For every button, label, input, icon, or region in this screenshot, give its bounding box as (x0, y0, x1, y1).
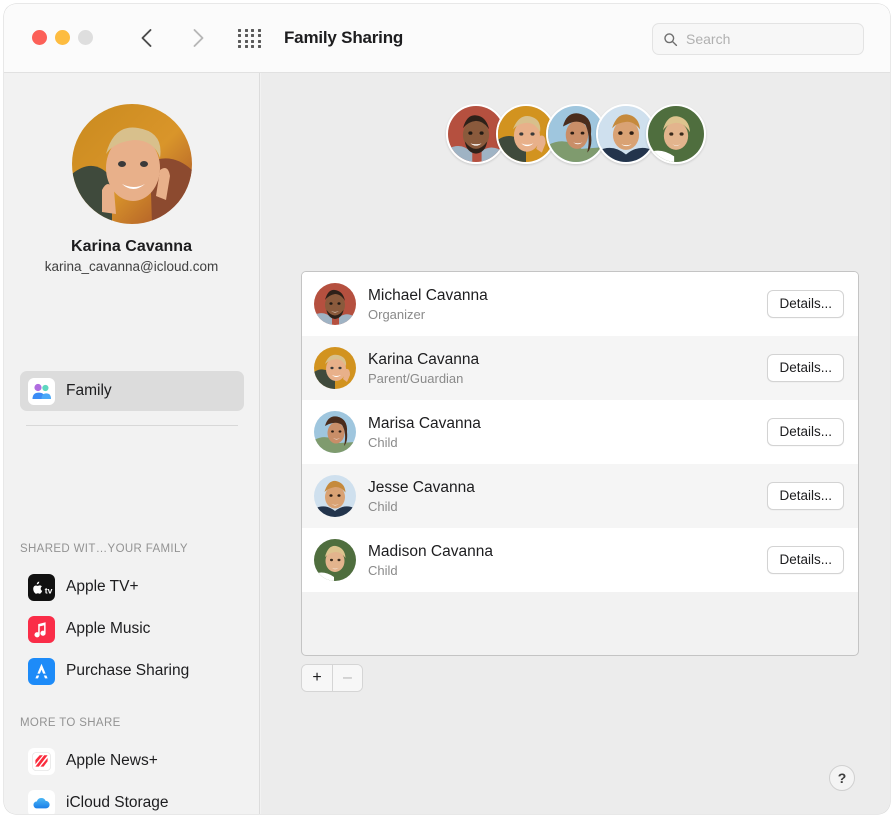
member-role: Child (368, 434, 398, 450)
back-button[interactable] (132, 23, 160, 53)
sidebar-item-label: iCloud Storage (66, 794, 169, 811)
add-member-button[interactable]: + (302, 665, 332, 691)
apple-tv-plus-icon: tv (28, 573, 55, 601)
member-name: Marisa Cavanna (368, 415, 481, 433)
search-field[interactable] (652, 23, 864, 55)
sidebar-item-purchase-sharing[interactable]: Purchase Sharing (20, 651, 244, 691)
sidebar-section-header-shared: SHARED WIT…YOUR FAMILY (20, 543, 188, 555)
table-row[interactable]: Karina Cavanna Parent/Guardian Details..… (302, 336, 858, 400)
apple-news-plus-icon (28, 747, 55, 775)
table-row[interactable]: Michael Cavanna Organizer Details... (302, 272, 858, 336)
michael-avatar (314, 283, 356, 325)
profile-name: Karina Cavanna (71, 238, 192, 255)
member-name: Madison Cavanna (368, 543, 493, 561)
sidebar-item-label: Apple Music (66, 620, 151, 637)
apple-music-icon (28, 615, 55, 643)
table-row[interactable]: Jesse Cavanna Child Details... (302, 464, 858, 528)
zoom-button[interactable] (78, 30, 93, 45)
chevron-left-icon (141, 29, 151, 47)
show-all-preferences-icon[interactable] (238, 28, 266, 50)
details-button[interactable]: Details... (767, 354, 844, 382)
member-avatar (314, 539, 356, 581)
karina-avatar-image (71, 104, 192, 224)
member-role: Child (368, 498, 398, 514)
sidebar-item-label: Apple TV+ (66, 578, 139, 595)
marisa-avatar (314, 411, 356, 453)
family-icon (28, 377, 55, 405)
chevron-right-icon (193, 29, 203, 47)
sidebar-divider (26, 425, 238, 426)
help-button[interactable]: ? (829, 765, 855, 791)
member-role: Child (368, 562, 398, 578)
sidebar-item-label: Purchase Sharing (66, 662, 190, 679)
member-name: Michael Cavanna (368, 287, 488, 305)
remove-member-button[interactable]: – (332, 665, 362, 691)
search-input[interactable] (686, 31, 846, 47)
preferences-window: Family Sharing Search Karina Cavanna kar… (4, 4, 890, 814)
family-member-list: Michael Cavanna Organizer Details... Kar… (301, 271, 859, 656)
member-info: Marisa Cavanna Child (368, 414, 767, 449)
member-role: Parent/Guardian (368, 370, 464, 386)
madison-avatar (314, 539, 356, 581)
sidebar-item-icloud-storage[interactable]: iCloud Storage (20, 783, 244, 814)
window-title: Family Sharing (284, 28, 404, 47)
icloud-icon (28, 789, 55, 814)
member-info: Michael Cavanna Organizer (368, 286, 767, 321)
search-icon (664, 32, 678, 46)
details-button[interactable]: Details... (767, 290, 844, 318)
forward-button[interactable] (184, 23, 212, 53)
karina-avatar (314, 347, 356, 389)
details-button[interactable]: Details... (767, 482, 844, 510)
table-row[interactable]: Madison Cavanna Child Details... (302, 528, 858, 592)
member-role: Organizer (368, 306, 426, 322)
svg-text:tv: tv (45, 585, 53, 595)
member-avatar (314, 411, 356, 453)
member-name: Jesse Cavanna (368, 479, 475, 497)
sidebar-section-header-more: MORE TO SHARE (20, 717, 121, 729)
jesse-avatar (314, 475, 356, 517)
traffic-light-buttons (32, 30, 93, 45)
sidebar: Karina Cavanna karina_cavanna@icloud.com… (4, 73, 260, 814)
details-button[interactable]: Details... (767, 546, 844, 574)
sidebar-item-family[interactable]: Family (20, 371, 244, 411)
member-avatar (314, 475, 356, 517)
member-info: Madison Cavanna Child (368, 542, 767, 577)
close-button[interactable] (32, 30, 47, 45)
screenshot-root: Family Sharing Search Karina Cavanna kar… (0, 0, 894, 818)
sidebar-item-apple-music[interactable]: Apple Music (20, 609, 244, 649)
cluster-avatar-madison (645, 104, 706, 164)
minimize-button[interactable] (55, 30, 70, 45)
avatar (71, 104, 192, 224)
member-info: Jesse Cavanna Child (368, 478, 767, 513)
user-profile: Karina Cavanna karina_cavanna@icloud.com (4, 104, 259, 274)
member-avatar (314, 347, 356, 389)
table-row[interactable]: Marisa Cavanna Child Details... (302, 400, 858, 464)
profile-email: karina_cavanna@icloud.com (44, 259, 219, 274)
sidebar-item-apple-news-plus[interactable]: Apple News+ (20, 741, 244, 781)
member-info: Karina Cavanna Parent/Guardian (368, 350, 767, 385)
app-store-icon (28, 657, 55, 685)
sidebar-item-label: Family (66, 382, 112, 399)
details-button[interactable]: Details... (767, 418, 844, 446)
member-name: Karina Cavanna (368, 351, 480, 369)
member-avatar (314, 283, 356, 325)
add-remove-segmented-control: + – (301, 664, 363, 692)
window-titlebar: Family Sharing (4, 4, 890, 73)
family-avatar-cluster (261, 104, 890, 164)
main-panel: Family Sharing (261, 73, 890, 814)
sidebar-item-label: Apple News+ (66, 752, 158, 769)
sidebar-item-apple-tv-plus[interactable]: tv Apple TV+ (20, 567, 244, 607)
